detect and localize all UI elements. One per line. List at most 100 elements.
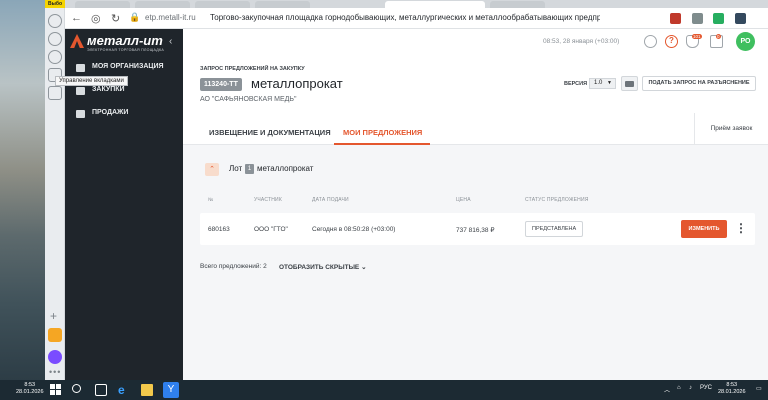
edge-icon[interactable]: e [118, 384, 130, 396]
task-view-icon[interactable] [95, 384, 107, 396]
tab-bar: ИЗВЕЩЕНИЕ И ДОКУМЕНТАЦИЯ МОИ ПРЕДЛОЖЕНИЯ [183, 119, 768, 145]
tab-notice[interactable]: ИЗВЕЩЕНИЕ И ДОКУМЕНТАЦИЯ [209, 128, 331, 137]
cell-participant: ООО "ГТО" [254, 226, 288, 233]
browser-tab[interactable] [490, 1, 545, 8]
extension-icon[interactable] [692, 13, 703, 24]
downloads-icon[interactable] [48, 86, 62, 100]
tab-manager-tooltip: Управление вкладками [55, 76, 128, 86]
avatar[interactable]: РО [736, 32, 755, 51]
address-bar: ← ◎ ↻ 🔒 etp.metall-it.ru Торгово-закупоч… [65, 8, 768, 29]
edit-button[interactable]: ИЗМЕНИТЬ [681, 220, 727, 238]
left-date: 28.01.2026 [16, 389, 44, 395]
extension-icon[interactable] [670, 13, 681, 24]
tab-my-offers[interactable]: МОИ ПРЕДЛОЖЕНИЯ [343, 128, 422, 137]
search-icon[interactable] [644, 35, 657, 48]
request-clarification-button[interactable]: ПОДАТЬ ЗАПРОС НА РАЗЪЯСНЕНИЕ [642, 76, 756, 91]
browser-tab[interactable] [135, 1, 190, 8]
start-icon[interactable] [50, 384, 62, 396]
tabs-icon[interactable] [48, 14, 62, 28]
lot-number: 1 [245, 164, 254, 174]
lot-word: Лот [229, 164, 243, 173]
datetime: 08:53, 28 января (+03:00) [543, 38, 620, 45]
cell-date: Сегодня в 08:50:28 (+03:00) [312, 226, 396, 233]
yandex-icon[interactable] [48, 328, 62, 342]
collapse-sidebar-icon[interactable]: ‹ [169, 36, 172, 47]
history-icon[interactable] [48, 32, 62, 46]
sidebar-item-label: ЗАКУПКИ [92, 86, 125, 93]
reload-icon[interactable]: ↻ [111, 12, 120, 25]
chevron-up-icon[interactable]: ⌃ [205, 163, 219, 176]
stage-receiving: Приём заявок [694, 113, 768, 145]
language-indicator[interactable]: РУС [700, 385, 712, 391]
browser-tab[interactable] [255, 1, 310, 8]
more-vertical-icon[interactable]: ⋮ [735, 219, 747, 237]
sidebar-item-label: ПРОДАЖИ [92, 109, 129, 116]
browser-tab-strip [65, 0, 768, 8]
status-badge: ПРЕДСТАВЛЕНА [525, 221, 584, 237]
chevron-down-icon: ▼ [607, 80, 612, 86]
browser-tab[interactable] [195, 1, 250, 8]
browser-tab[interactable] [75, 1, 130, 8]
lock-icon[interactable]: 🔒 [129, 12, 140, 23]
sidebar-item-sales[interactable]: ПРОДАЖИ [65, 105, 183, 125]
taskbar: 8:53 28.01.2026 e Y ︿ ⌂ ♪ РУС 8:53 28.01… [0, 380, 768, 400]
back-icon[interactable]: ← [71, 12, 82, 24]
chevron-down-icon: ⌄ [361, 264, 367, 271]
logo-text: металл-ит [87, 33, 163, 48]
version-select[interactable]: 1.0 ▼ [589, 78, 616, 89]
url-text[interactable]: etp.metall-it.ru [145, 13, 196, 22]
download-icon[interactable] [735, 13, 746, 24]
notifications-icon[interactable]: ▭ [756, 385, 762, 392]
date: 28.01.2026 [718, 389, 746, 395]
browser-tab-active[interactable] [385, 1, 485, 8]
volume-icon[interactable]: ♪ [689, 385, 692, 391]
yandex-browser-icon[interactable]: Y [163, 382, 179, 398]
version-label: ВЕРСИЯ [564, 81, 588, 87]
sidebar-item-label: МОЯ ОРГАНИЗАЦИЯ [92, 63, 164, 70]
page-title: металлопрокат [251, 76, 343, 91]
cell-price: 737 816,38 ₽ [456, 227, 495, 234]
help-icon[interactable]: ? [665, 35, 678, 48]
cell-number: 680163 [208, 226, 230, 233]
add-icon[interactable]: + [50, 309, 57, 323]
search-icon[interactable] [72, 384, 81, 393]
alice-icon[interactable] [48, 350, 62, 364]
show-hidden-label: ОТОБРАЗИТЬ СКРЫТЫЕ [279, 264, 360, 271]
tray-chevron-icon[interactable]: ︿ [664, 385, 670, 394]
offers-panel: ⌃ Лот 1 металлопрокат № УЧАСТНИК ДАТА ПО… [183, 145, 768, 380]
page-title-text: Торгово-закупочная площадка горнодобываю… [210, 13, 600, 22]
browser-side-rail: + ••• [45, 0, 65, 380]
main-content: 08:53, 28 января (+03:00) ? 101 0 РО ЗАП… [183, 29, 768, 380]
table-row[interactable]: 680163 ООО "ГТО" Сегодня в 08:50:28 (+03… [200, 213, 755, 245]
taskbar-clock[interactable]: 8:53 28.01.2026 [718, 382, 746, 396]
notifications-badge: 101 [692, 34, 702, 39]
id-card-icon [76, 64, 85, 72]
more-icon[interactable]: ••• [49, 367, 61, 377]
offers-total: Всего предложений: 2 [200, 263, 267, 270]
explorer-icon[interactable] [141, 384, 153, 396]
lot-name: металлопрокат [257, 164, 314, 173]
column-header-status: СТАТУС ПРЕДЛОЖЕНИЯ [525, 197, 589, 203]
version-value: 1.0 [594, 80, 603, 86]
company-name[interactable]: АО "САФЬЯНОВСКАЯ МЕДЬ" [200, 96, 296, 103]
taskbar-left-clock: 8:53 28.01.2026 [16, 382, 44, 396]
request-number-tag: 113240-ТТ [200, 78, 242, 91]
browser-badge: Выбо [45, 0, 65, 8]
printer-icon [625, 81, 634, 87]
shield-icon[interactable]: ◎ [91, 12, 101, 25]
breadcrumb: ЗАПРОС ПРЕДЛОЖЕНИЙ НА ЗАКУПКУ [200, 66, 305, 72]
print-button[interactable] [621, 76, 638, 91]
mail-badge: 0 [716, 34, 721, 39]
extension-icon[interactable] [713, 13, 724, 24]
column-header-date: ДАТА ПОДАЧИ [312, 197, 349, 203]
show-hidden-toggle[interactable]: ОТОБРАЗИТЬ СКРЫТЫЕ ⌄ [279, 263, 367, 271]
collections-icon[interactable] [48, 50, 62, 64]
time: 8:53 [726, 382, 738, 388]
network-icon[interactable]: ⌂ [677, 385, 681, 391]
column-header-number: № [208, 197, 214, 203]
logo-mark-icon [70, 34, 84, 48]
logo-subtitle: ЭЛЕКТРОННАЯ ТОРГОВАЯ ПЛОЩАДКА [87, 48, 165, 52]
box-icon [76, 87, 85, 95]
cart-icon [76, 110, 85, 118]
column-header-price: ЦЕНА [456, 197, 471, 203]
